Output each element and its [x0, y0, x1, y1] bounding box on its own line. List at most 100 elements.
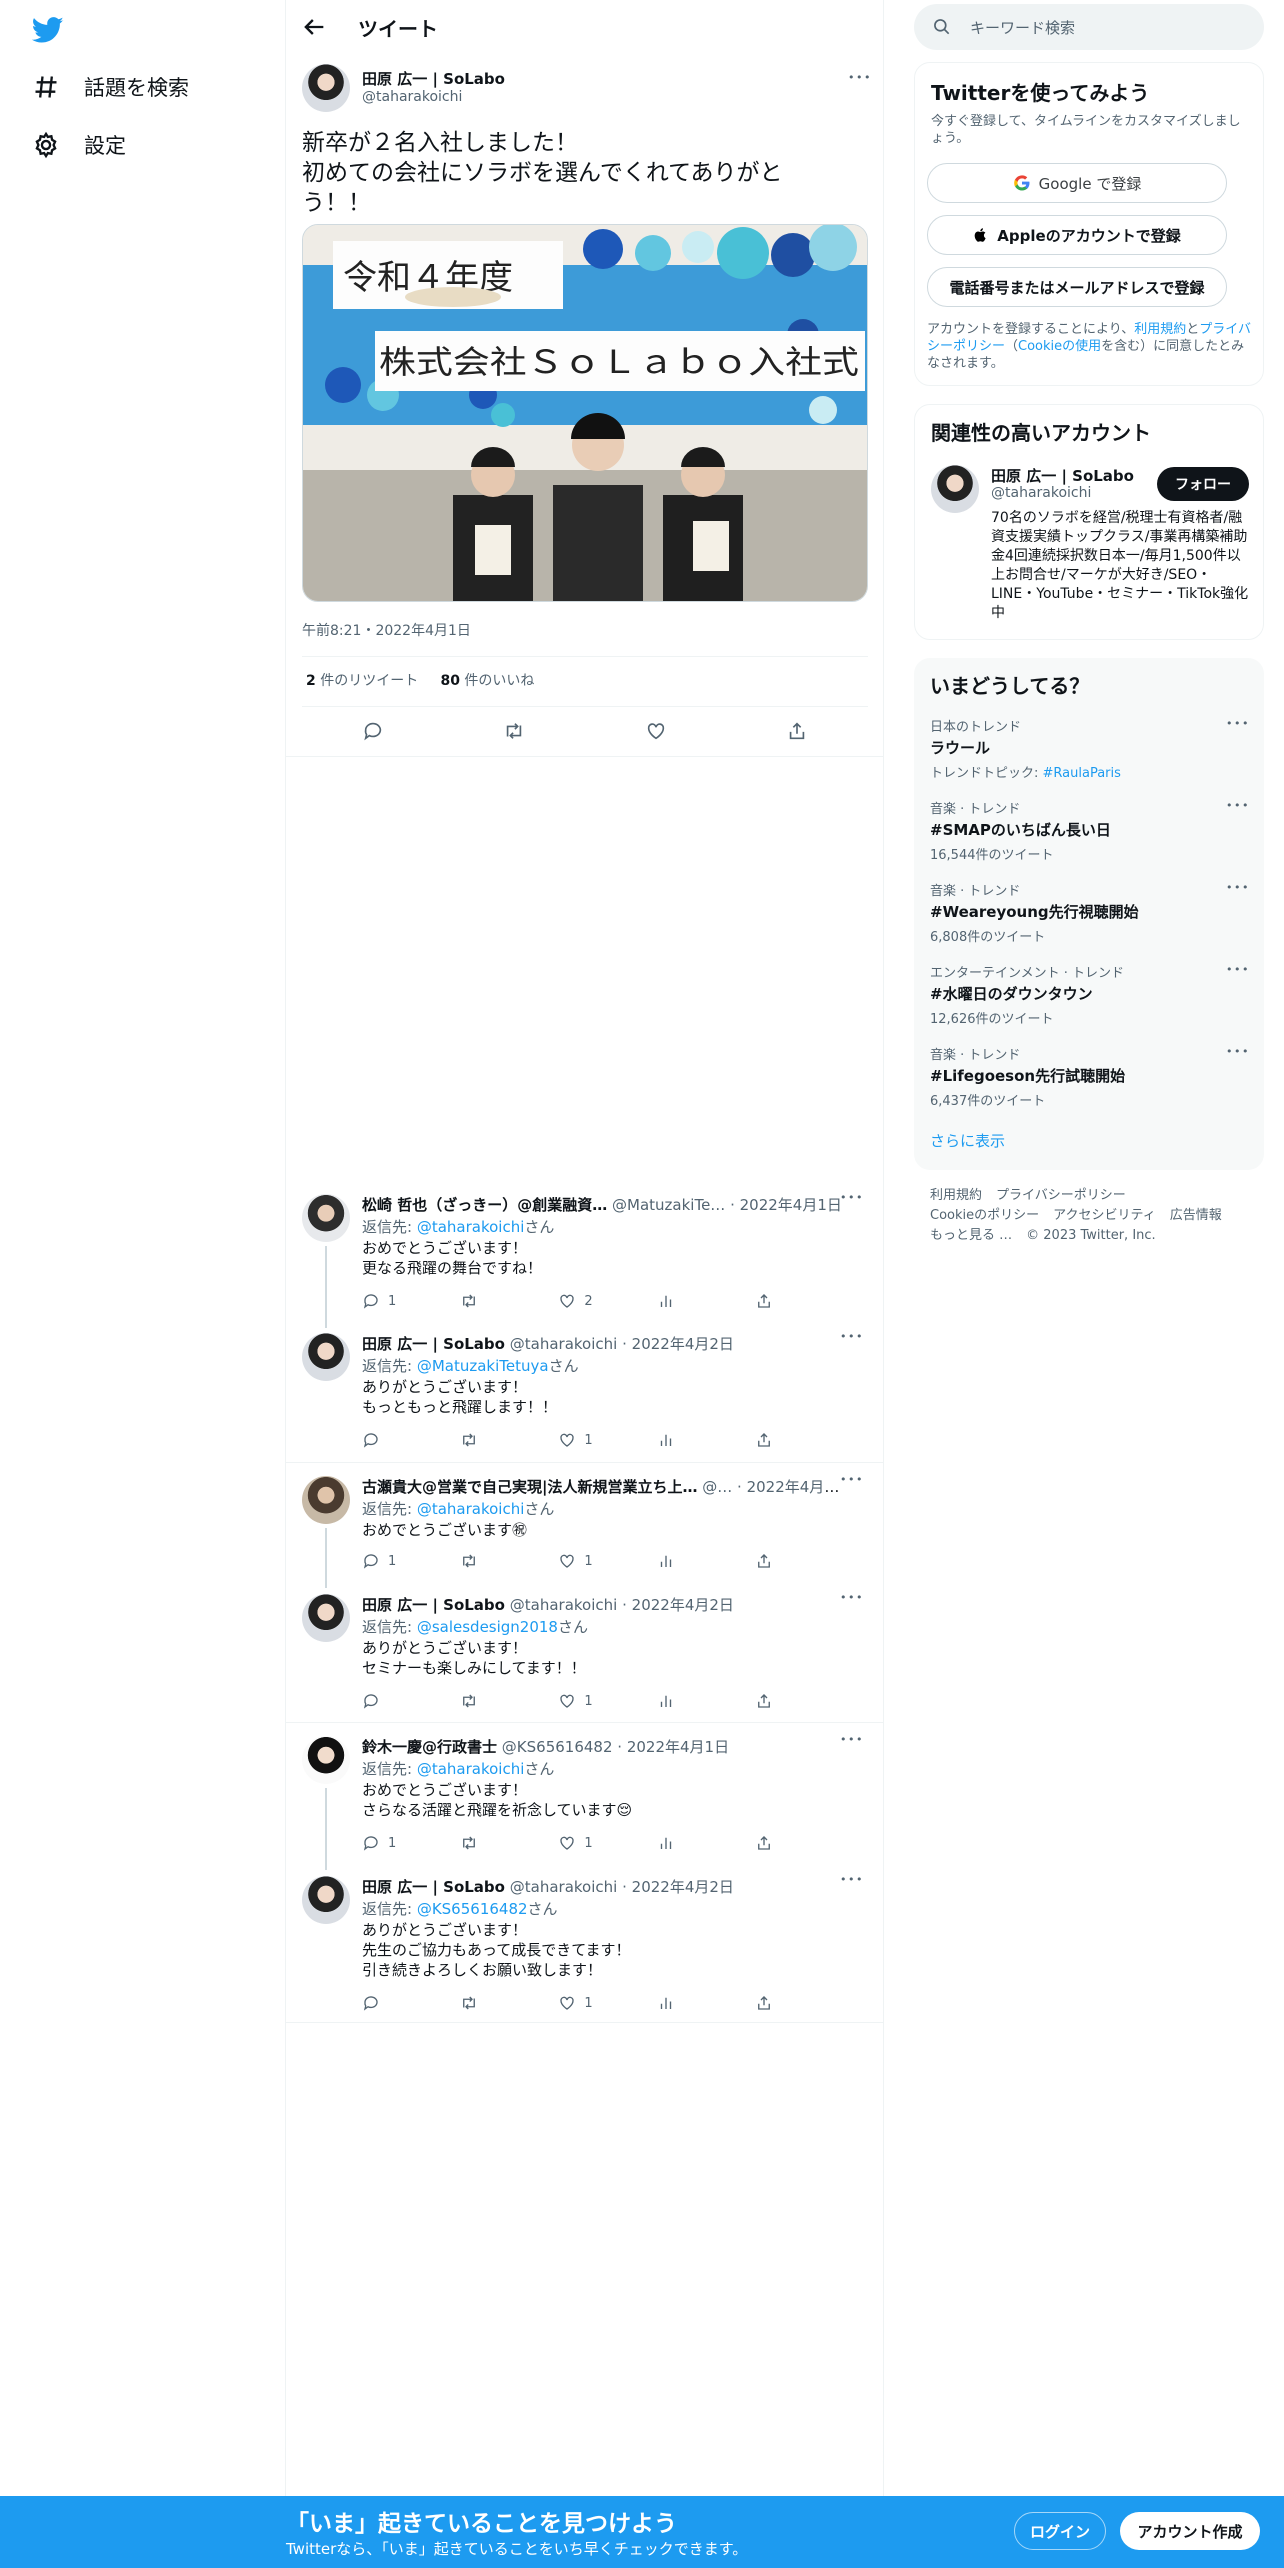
avatar[interactable] — [302, 64, 350, 112]
more-icon[interactable] — [1226, 717, 1250, 730]
reply-tweet[interactable]: 松崎 哲也（ざっきー）@創業融資… @MatuzakiTe… · 2022年4月… — [286, 1191, 884, 1328]
reply-date[interactable]: · 2022年4月1日 — [730, 1196, 842, 1214]
avatar[interactable] — [931, 465, 979, 513]
more-icon[interactable] — [1226, 963, 1250, 976]
reply-date[interactable]: · 2022年4月1日 — [737, 1478, 842, 1496]
more-icon[interactable] — [840, 1591, 864, 1604]
follow-button[interactable]: フォロー — [1157, 467, 1249, 501]
tweet-timestamp[interactable]: 午前8:21・2022年4月1日 — [302, 620, 471, 640]
analytics-button[interactable] — [657, 1692, 755, 1710]
share-button[interactable] — [755, 1431, 782, 1449]
reply-button[interactable] — [362, 1431, 460, 1449]
like-button[interactable]: 1 — [558, 1552, 656, 1570]
nav-item-settings[interactable]: 設定 — [32, 130, 126, 160]
reply-author-name[interactable]: 田原 広一 | SoLabo — [362, 1878, 505, 1896]
retweet-button[interactable] — [460, 1552, 558, 1570]
reply-tweet[interactable]: 田原 広一 | SoLabo @taharakoichi · 2022年4月2日… — [286, 1330, 884, 1463]
footer-ads[interactable]: 広告情報 — [1170, 1208, 1222, 1223]
more-icon[interactable] — [1226, 881, 1250, 894]
footer-cookie[interactable]: Cookieのポリシー — [930, 1208, 1039, 1223]
reply-to-link[interactable]: @salesdesign2018 — [417, 1618, 558, 1636]
login-button[interactable]: ログイン — [1014, 2512, 1106, 2550]
avatar[interactable] — [302, 1333, 350, 1381]
reply-tweet[interactable]: 鈴木一慶@行政書士 @KS65616482 · 2022年4月1日 返信先: @… — [286, 1733, 884, 1870]
more-icon[interactable] — [840, 1873, 864, 1886]
share-button[interactable] — [755, 1834, 782, 1852]
nav-item-explore[interactable]: 話題を検索 — [32, 72, 189, 102]
footer-terms[interactable]: 利用規約 — [930, 1188, 982, 1203]
more-icon[interactable] — [1226, 799, 1250, 812]
reply-author-name[interactable]: 田原 広一 | SoLabo — [362, 1335, 505, 1353]
footer-more[interactable]: もっと見る … — [930, 1228, 1012, 1243]
share-icon[interactable] — [786, 720, 808, 742]
analytics-button[interactable] — [657, 1834, 755, 1852]
related-handle[interactable]: @taharakoichi — [991, 485, 1091, 501]
trend-item[interactable]: エンターテインメント · トレンド #水曜日のダウンタウン 12,626件のツイ… — [930, 962, 1250, 1027]
like-button[interactable]: 1 — [558, 1431, 656, 1449]
reply-tweet[interactable]: 田原 広一 | SoLabo @taharakoichi · 2022年4月2日… — [286, 1873, 884, 2026]
retweet-button[interactable] — [460, 1834, 558, 1852]
search-box[interactable]: キーワード検索 — [914, 4, 1264, 50]
avatar[interactable] — [302, 1736, 350, 1784]
reply-button[interactable]: 1 — [362, 1552, 460, 1570]
trend-item[interactable]: 音楽 · トレンド #Lifegoeson先行試聴開始 6,437件のツイート — [930, 1044, 1250, 1109]
search-input[interactable]: キーワード検索 — [970, 17, 1075, 38]
reply-author-name[interactable]: 鈴木一慶@行政書士 — [362, 1738, 497, 1756]
like-icon[interactable] — [645, 720, 667, 742]
reply-icon[interactable] — [362, 720, 384, 742]
author-handle[interactable]: @taharakoichi — [362, 89, 462, 105]
avatar[interactable] — [302, 1476, 350, 1524]
share-button[interactable] — [755, 1692, 782, 1710]
trend-item[interactable]: 日本のトレンド ラウール トレンドトピック: #RaulaParis — [930, 716, 1250, 781]
reply-button[interactable]: 1 — [362, 1834, 460, 1852]
like-stat[interactable]: 80 件のいいね — [440, 673, 534, 689]
reply-author-handle[interactable]: @taharakoichi — [510, 1878, 618, 1896]
reply-button[interactable] — [362, 1692, 460, 1710]
retweet-button[interactable] — [460, 1692, 558, 1710]
analytics-button[interactable] — [657, 1552, 755, 1570]
avatar[interactable] — [302, 1876, 350, 1924]
reply-date[interactable]: · 2022年4月2日 — [622, 1878, 734, 1896]
reply-to-link[interactable]: @taharakoichi — [417, 1218, 525, 1236]
more-icon[interactable] — [840, 1330, 864, 1343]
analytics-button[interactable] — [657, 1292, 755, 1310]
reply-author-handle[interactable]: @taharakoichi — [510, 1335, 618, 1353]
reply-author-name[interactable]: 松崎 哲也（ざっきー）@創業融資… — [362, 1196, 607, 1214]
trend-topic-link[interactable]: #RaulaParis — [1043, 766, 1121, 781]
reply-button[interactable] — [362, 1994, 460, 2012]
avatar[interactable] — [302, 1194, 350, 1242]
reply-author-name[interactable]: 田原 広一 | SoLabo — [362, 1596, 505, 1614]
reply-to-link[interactable]: @taharakoichi — [417, 1760, 525, 1778]
reply-to-link[interactable]: @taharakoichi — [417, 1500, 525, 1518]
reply-author-handle[interactable]: @taharakoichi — [510, 1596, 618, 1614]
reply-date[interactable]: · 2022年4月2日 — [622, 1335, 734, 1353]
reply-author-handle[interactable]: @… — [702, 1478, 732, 1496]
reply-button[interactable]: 1 — [362, 1292, 460, 1310]
twitter-logo-icon[interactable] — [32, 14, 64, 46]
google-signup-button[interactable]: Google で登録 — [927, 163, 1227, 203]
apple-signup-button[interactable]: Appleのアカウントで登録 — [927, 215, 1227, 255]
phone-signup-button[interactable]: 電話番号またはメールアドレスで登録 — [927, 267, 1227, 307]
back-arrow-icon[interactable] — [300, 13, 328, 41]
reply-to-link[interactable]: @MatuzakiTetuya — [417, 1357, 549, 1375]
like-button[interactable]: 1 — [558, 1692, 656, 1710]
like-button[interactable]: 1 — [558, 1994, 656, 2012]
share-button[interactable] — [755, 1994, 782, 2012]
terms-link[interactable]: 利用規約 — [1134, 322, 1186, 337]
author-name[interactable]: 田原 広一 | SoLabo — [362, 68, 505, 89]
retweet-button[interactable] — [460, 1431, 558, 1449]
more-icon[interactable] — [848, 71, 872, 84]
share-button[interactable] — [755, 1292, 782, 1310]
reply-tweet[interactable]: 古瀬貴大@営業で自己実現|法人新規営業立ち上… @… · 2022年4月1日 返… — [286, 1473, 884, 1588]
footer-privacy[interactable]: プライバシーポリシー — [996, 1188, 1126, 1203]
reply-date[interactable]: · 2022年4月2日 — [622, 1596, 734, 1614]
trend-item[interactable]: 音楽 · トレンド #SMAPのいちばん長い日 16,544件のツイート — [930, 798, 1250, 863]
more-icon[interactable] — [840, 1473, 864, 1486]
retweet-icon[interactable] — [503, 720, 525, 742]
create-account-button[interactable]: アカウント作成 — [1120, 2512, 1260, 2550]
reply-author-handle[interactable]: @MatuzakiTe… — [612, 1196, 725, 1214]
related-name[interactable]: 田原 広一 | SoLabo — [991, 465, 1134, 486]
tweet-photo[interactable]: 令和４年度 株式会社ＳｏＬａｂｏ入社式 — [302, 224, 868, 602]
retweet-button[interactable] — [460, 1292, 558, 1310]
retweet-button[interactable] — [460, 1994, 558, 2012]
